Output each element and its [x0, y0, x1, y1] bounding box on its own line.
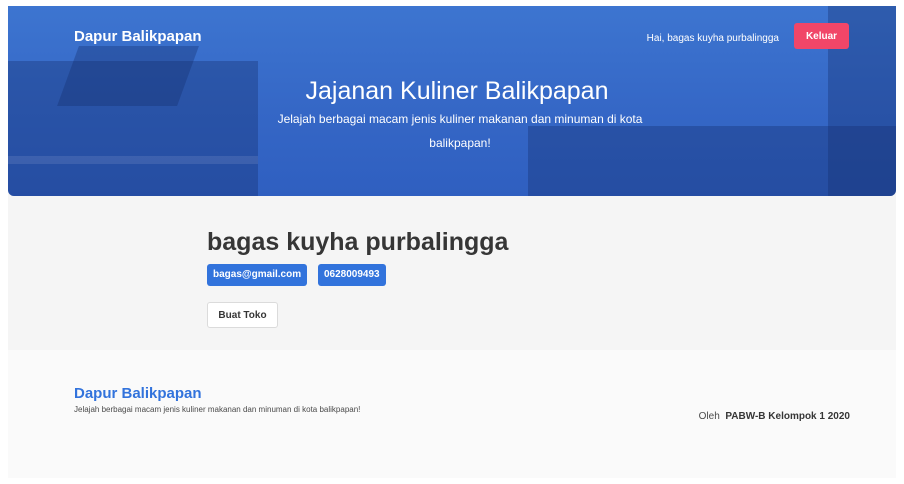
- footer-credit: Oleh PABW-B Kelompok 1 2020: [699, 411, 850, 422]
- hero-subtitle: Jelajah berbagai macam jenis kuliner mak…: [277, 112, 643, 150]
- footer: Dapur Balikpapan Jelajah berbagai macam …: [8, 350, 896, 478]
- footer-credit-name: PABW-B Kelompok 1 2020: [725, 411, 850, 422]
- footer-brand: Dapur Balikpapan: [74, 385, 202, 402]
- create-shop-button[interactable]: Buat Toko: [207, 302, 278, 328]
- navbar-brand[interactable]: Dapur Balikpapan: [74, 28, 202, 45]
- hero-title: Jajanan Kuliner Balikpapan: [305, 77, 609, 105]
- footer-description: Jelajah berbagai macam jenis kuliner mak…: [74, 405, 361, 414]
- logout-button[interactable]: Keluar: [794, 23, 849, 49]
- hero-background-detail: [8, 156, 258, 164]
- email-tag: bagas@gmail.com: [207, 264, 308, 286]
- user-greeting: Hai, bagas kuyha purbalingga: [646, 33, 779, 44]
- page: Dapur Balikpapan Hai, bagas kuyha purbal…: [8, 6, 896, 478]
- hero-banner: Dapur Balikpapan Hai, bagas kuyha purbal…: [8, 6, 896, 196]
- profile-name: bagas kuyha purbalingga: [207, 228, 509, 256]
- phone-tag: 0628009493: [318, 264, 386, 286]
- footer-credit-prefix: Oleh: [698, 411, 720, 422]
